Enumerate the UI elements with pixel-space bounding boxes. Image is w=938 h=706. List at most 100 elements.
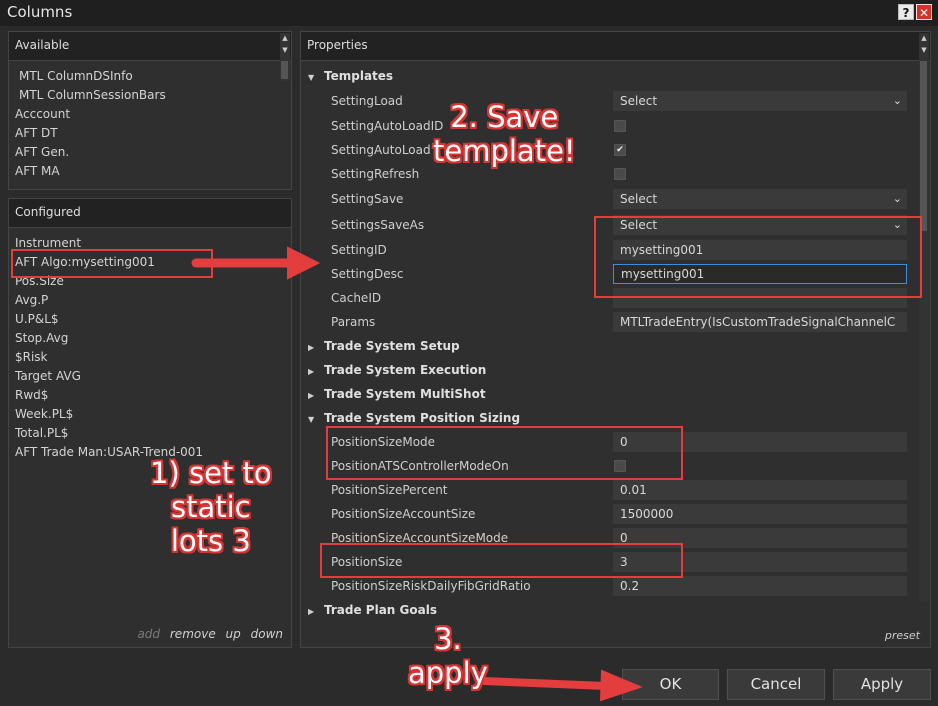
caret-down-icon: ▼ [308,415,315,424]
select-value: Select [620,192,658,206]
settings-save-as-label: SettingsSaveAs [331,218,425,232]
annotation-line: static [171,490,251,524]
help-button[interactable]: ? [898,4,914,20]
annotation-step1: 1) set to static lots 3 [150,456,272,558]
category-templates[interactable]: ▼ Templates [308,69,393,83]
category-label: Trade Plan Goals [324,603,437,617]
params-label: Params [331,315,376,329]
chevron-down-icon: ⌄ [892,94,902,107]
annotation-step2: 2. Save template! [433,100,576,168]
configured-item-selected[interactable]: AFT Algo:mysetting001 [15,255,155,269]
configured-item[interactable]: Rwd$ [15,388,48,402]
preset-link[interactable]: preset [885,629,920,642]
setting-save-select[interactable]: Select ⌄ [613,189,907,209]
setting-autoload-id-checkbox[interactable] [614,120,626,132]
configured-item[interactable]: Instrument [15,236,81,250]
up-link[interactable]: up [226,627,241,641]
cache-id-input[interactable] [613,288,907,308]
remove-link[interactable]: remove [170,627,216,641]
properties-panel: Properties ▲ ▼ ▼ Templates SettingLoad Se… [300,31,931,648]
scroll-up-icon[interactable]: ▲ [919,33,929,43]
annotation-line: 1) set to [150,456,272,490]
close-button[interactable]: ✕ [916,4,932,20]
annotation-step3: 3. apply [408,622,488,690]
available-item[interactable]: MTL ColumnDSInfo [19,69,133,83]
select-value: Select [620,94,658,108]
category-label: Trade System Execution [324,363,487,377]
scroll-down-icon[interactable]: ▼ [919,45,929,55]
setting-id-input[interactable]: mysetting001 [613,240,907,260]
scroll-thumb[interactable] [920,61,927,231]
caret-down-icon: ▼ [308,73,315,82]
category-label: Templates [324,69,394,83]
params-input[interactable]: MTLTradeEntry(IsCustomTradeSignalChannel… [613,312,907,332]
scroll-up-icon[interactable]: ▲ [280,33,290,43]
annotation-line: apply [408,656,488,690]
settings-save-as-select[interactable]: Select ⌄ [613,215,907,235]
setting-desc-label: SettingDesc [331,267,404,281]
check-icon: ✔ [616,145,624,155]
position-size-mode-input[interactable]: 0 [613,432,907,452]
apply-button[interactable]: Apply [833,669,931,700]
setting-autoload-id-label: SettingAutoLoadID [331,119,444,133]
position-size-account-size-mode-input[interactable]: 0 [613,528,907,548]
configured-item[interactable]: Total.PL$ [15,426,68,440]
setting-load-select[interactable]: Select ⌄ [613,91,907,111]
properties-header: Properties [301,32,930,61]
arrow-to-ok [480,677,610,690]
chevron-down-icon: ⌄ [892,192,902,205]
cache-id-label: CacheID [331,291,382,305]
scroll-down-icon[interactable]: ▼ [280,45,290,55]
category-trade-plan-goals[interactable]: ▶ Trade Plan Goals [308,603,437,617]
position-ats-checkbox[interactable] [614,460,626,472]
caret-right-icon: ▶ [308,367,315,376]
available-item[interactable]: AFT Gen. [15,145,69,159]
caret-right-icon: ▶ [308,391,315,400]
list-actions: add remove up down [131,627,283,641]
category-trade-system-multishot[interactable]: ▶ Trade System MultiShot [308,387,486,401]
configured-item[interactable]: $Risk [15,350,48,364]
configured-item[interactable]: Pos.Size [15,274,64,288]
category-trade-system-execution[interactable]: ▶ Trade System Execution [308,363,486,377]
configured-item[interactable]: Target AVG [15,369,81,383]
setting-save-label: SettingSave [331,192,404,206]
configured-item[interactable]: Week.PL$ [15,407,73,421]
scroll-thumb[interactable] [281,61,288,79]
position-size-input[interactable]: 3 [613,552,907,572]
configured-item[interactable]: Avg.P [15,293,48,307]
setting-autoload-checkbox[interactable]: ✔ [614,144,626,156]
configured-panel: Configured Instrument AFT Algo:mysetting… [8,198,292,648]
category-label: Trade System MultiShot [324,387,486,401]
available-header-label: Available [15,38,70,52]
category-position-sizing[interactable]: ▼ Trade System Position Sizing [308,411,520,425]
configured-item[interactable]: U.P&L$ [15,312,59,326]
position-size-account-size-input[interactable]: 1500000 [613,504,907,524]
caret-right-icon: ▶ [308,607,315,616]
available-item[interactable]: AFT MA [15,164,60,178]
position-size-percent-label: PositionSizePercent [331,483,448,497]
configured-header: Configured [9,199,291,228]
position-size-risk-ratio-input[interactable]: 0.2 [613,576,907,596]
position-size-account-size-mode-label: PositionSizeAccountSizeMode [331,531,509,545]
setting-refresh-checkbox[interactable] [614,168,626,180]
select-value: Select [620,218,658,232]
cancel-button[interactable]: Cancel [727,669,825,700]
available-item[interactable]: AFT DT [15,126,58,140]
position-size-account-size-label: PositionSizeAccountSize [331,507,476,521]
available-item[interactable]: Acccount [15,107,70,121]
properties-scrollbar[interactable]: ▲ ▼ [919,33,929,603]
title-bar: Columns ? ✕ [0,0,938,26]
available-panel: Available ▲ ▼ MTL ColumnDSInfo MTL Colum… [8,31,292,190]
category-label: Trade System Position Sizing [324,411,521,425]
ok-button[interactable]: OK [622,669,719,700]
configured-item[interactable]: Stop.Avg [15,331,68,345]
available-scrollbar[interactable]: ▲ ▼ [280,33,290,81]
add-link[interactable]: add [137,627,160,641]
category-trade-system-setup[interactable]: ▶ Trade System Setup [308,339,460,353]
available-item[interactable]: MTL ColumnSessionBars [19,88,166,102]
window-title: Columns [7,3,73,21]
setting-desc-input[interactable]: mysetting001 [613,264,907,284]
position-size-percent-input[interactable]: 0.01 [613,480,907,500]
caret-right-icon: ▶ [308,343,315,352]
down-link[interactable]: down [251,627,283,641]
